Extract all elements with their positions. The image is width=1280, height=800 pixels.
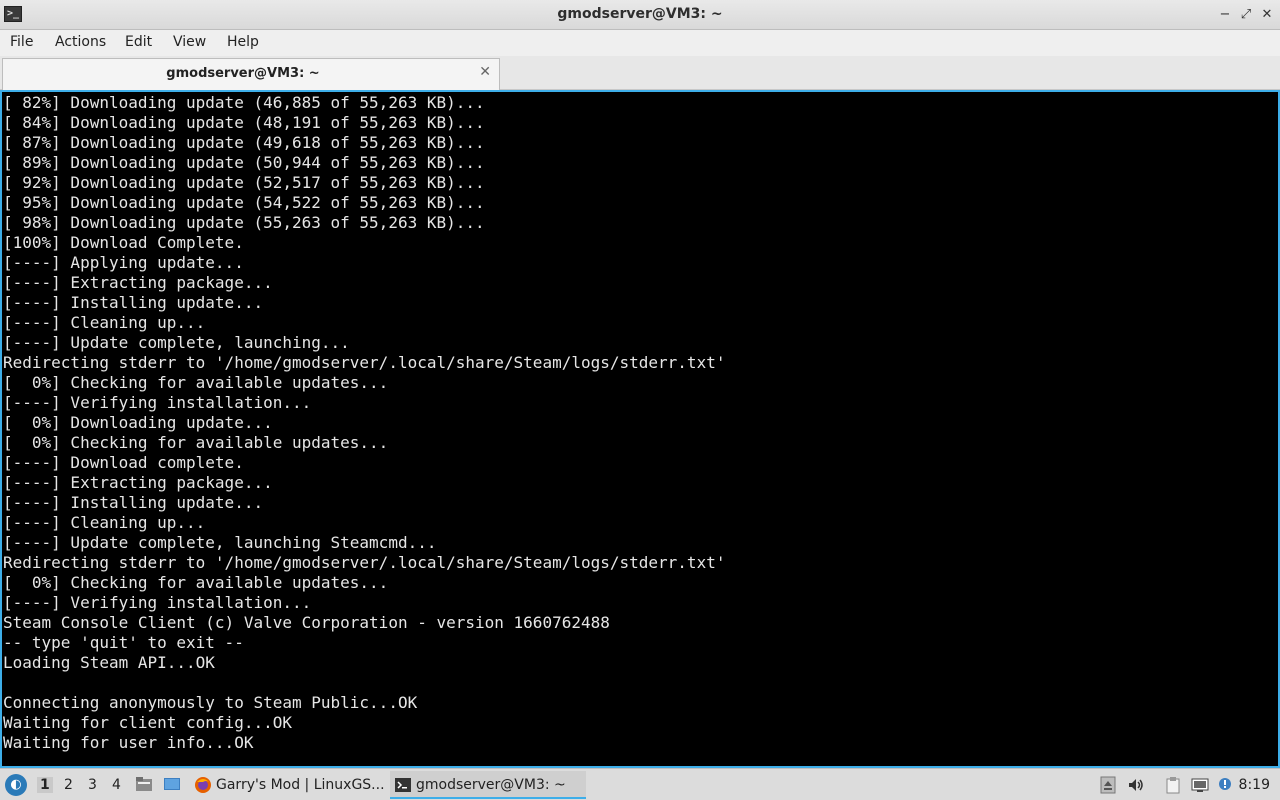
terminal-line: [ 95%] Downloading update (54,522 of 55,… xyxy=(3,193,485,212)
tab-bar: gmodserver@VM3: ~ ✕ xyxy=(0,56,1280,90)
terminal-line: Steam Console Client (c) Valve Corporati… xyxy=(3,613,610,632)
close-window-button[interactable]: ✕ xyxy=(1258,6,1276,24)
terminal-line: Waiting for user info...OK xyxy=(3,733,254,752)
file-manager-icon[interactable] xyxy=(135,775,153,793)
terminal-line: [----] Cleaning up... xyxy=(3,513,206,532)
terminal-line: [----] Update complete, launching... xyxy=(3,333,350,352)
window-titlebar[interactable]: >_ gmodserver@VM3: ~ − ⤢ ✕ xyxy=(0,0,1280,30)
terminal-line: Redirecting stderr to '/home/gmodserver/… xyxy=(3,353,726,372)
terminal-line: Connecting anonymously to Steam Public..… xyxy=(3,693,418,712)
terminal-line: [----] Cleaning up... xyxy=(3,313,206,332)
network-icon[interactable] xyxy=(1191,776,1209,794)
menu-help[interactable]: Help xyxy=(227,34,259,50)
terminal-icon xyxy=(394,776,412,794)
terminal-line: [----] Applying update... xyxy=(3,253,244,272)
terminal-line: [----] Installing update... xyxy=(3,293,264,312)
task-firefox-label: Garry's Mod | LinuxGS... xyxy=(216,777,385,793)
terminal-line: [ 0%] Downloading update... xyxy=(3,413,273,432)
terminal-line: [----] Verifying installation... xyxy=(3,593,312,612)
clipboard-icon[interactable] xyxy=(1164,776,1182,794)
terminal-line: [----] Download complete. xyxy=(3,453,244,472)
menu-view[interactable]: View xyxy=(173,34,206,50)
terminal-line: [ 84%] Downloading update (48,191 of 55,… xyxy=(3,113,485,132)
task-firefox[interactable]: Garry's Mod | LinuxGS... xyxy=(190,771,386,799)
firefox-icon xyxy=(194,776,212,794)
terminal-line: [----] Verifying installation... xyxy=(3,393,312,412)
tab-close-icon[interactable]: ✕ xyxy=(479,64,491,80)
terminal-line: Redirecting stderr to '/home/gmodserver/… xyxy=(3,553,726,572)
terminal-line: [ 87%] Downloading update (49,618 of 55,… xyxy=(3,133,485,152)
terminal-line: [100%] Download Complete. xyxy=(3,233,244,252)
terminal-line: [ 0%] Checking for available updates... xyxy=(3,373,389,392)
desktop-2-button[interactable]: 2 xyxy=(64,777,73,793)
maximize-button[interactable]: ⤢ xyxy=(1237,6,1255,24)
terminal-scrollbar[interactable] xyxy=(1270,92,1278,766)
taskbar: ◐ 1 2 3 4 Garry's Mod | LinuxGS... gmods… xyxy=(0,768,1280,800)
terminal-line: [----] Update complete, launching Steamc… xyxy=(3,533,437,552)
minimize-button[interactable]: − xyxy=(1216,6,1234,24)
terminal-line: [ 0%] Checking for available updates... xyxy=(3,573,389,592)
desktop-3-button[interactable]: 3 xyxy=(88,777,97,793)
volume-icon[interactable] xyxy=(1127,776,1145,794)
clock[interactable]: 8:19 xyxy=(1239,777,1270,793)
terminal-output[interactable]: [ 82%] Downloading update (46,885 of 55,… xyxy=(0,90,1280,768)
terminal-line: [ 0%] Checking for available updates... xyxy=(3,433,389,452)
menu-file[interactable]: File xyxy=(10,34,33,50)
task-terminal[interactable]: gmodserver@VM3: ~ xyxy=(390,771,586,799)
desktop-4-button[interactable]: 4 xyxy=(112,777,121,793)
terminal-line: [ 82%] Downloading update (46,885 of 55,… xyxy=(3,93,485,112)
notification-icon[interactable] xyxy=(1216,776,1234,794)
tab-label: gmodserver@VM3: ~ xyxy=(166,66,320,81)
eject-icon[interactable] xyxy=(1099,776,1117,794)
task-terminal-label: gmodserver@VM3: ~ xyxy=(416,777,566,793)
menu-bar: File Actions Edit View Help xyxy=(0,30,1280,56)
menu-edit[interactable]: Edit xyxy=(125,34,152,50)
terminal-line: [ 98%] Downloading update (55,263 of 55,… xyxy=(3,213,485,232)
show-desktop-icon[interactable] xyxy=(163,775,181,793)
terminal-line: -- type 'quit' to exit -- xyxy=(3,633,244,652)
window-title: gmodserver@VM3: ~ xyxy=(557,6,723,22)
start-menu-icon[interactable]: ◐ xyxy=(5,774,27,796)
terminal-text: [ 82%] Downloading update (46,885 of 55,… xyxy=(2,93,725,753)
terminal-line: Waiting for client config...OK xyxy=(3,713,292,732)
terminal-line: [----] Installing update... xyxy=(3,493,264,512)
terminal-line: [----] Extracting package... xyxy=(3,273,273,292)
terminal-line: [ 89%] Downloading update (50,944 of 55,… xyxy=(3,153,485,172)
menu-actions[interactable]: Actions xyxy=(55,34,106,50)
desktop-1-button[interactable]: 1 xyxy=(37,777,53,793)
tab-terminal-session[interactable]: gmodserver@VM3: ~ ✕ xyxy=(2,58,500,90)
terminal-line: [ 92%] Downloading update (52,517 of 55,… xyxy=(3,173,485,192)
terminal-line: Loading Steam API...OK xyxy=(3,653,215,672)
terminal-line: [----] Extracting package... xyxy=(3,473,273,492)
